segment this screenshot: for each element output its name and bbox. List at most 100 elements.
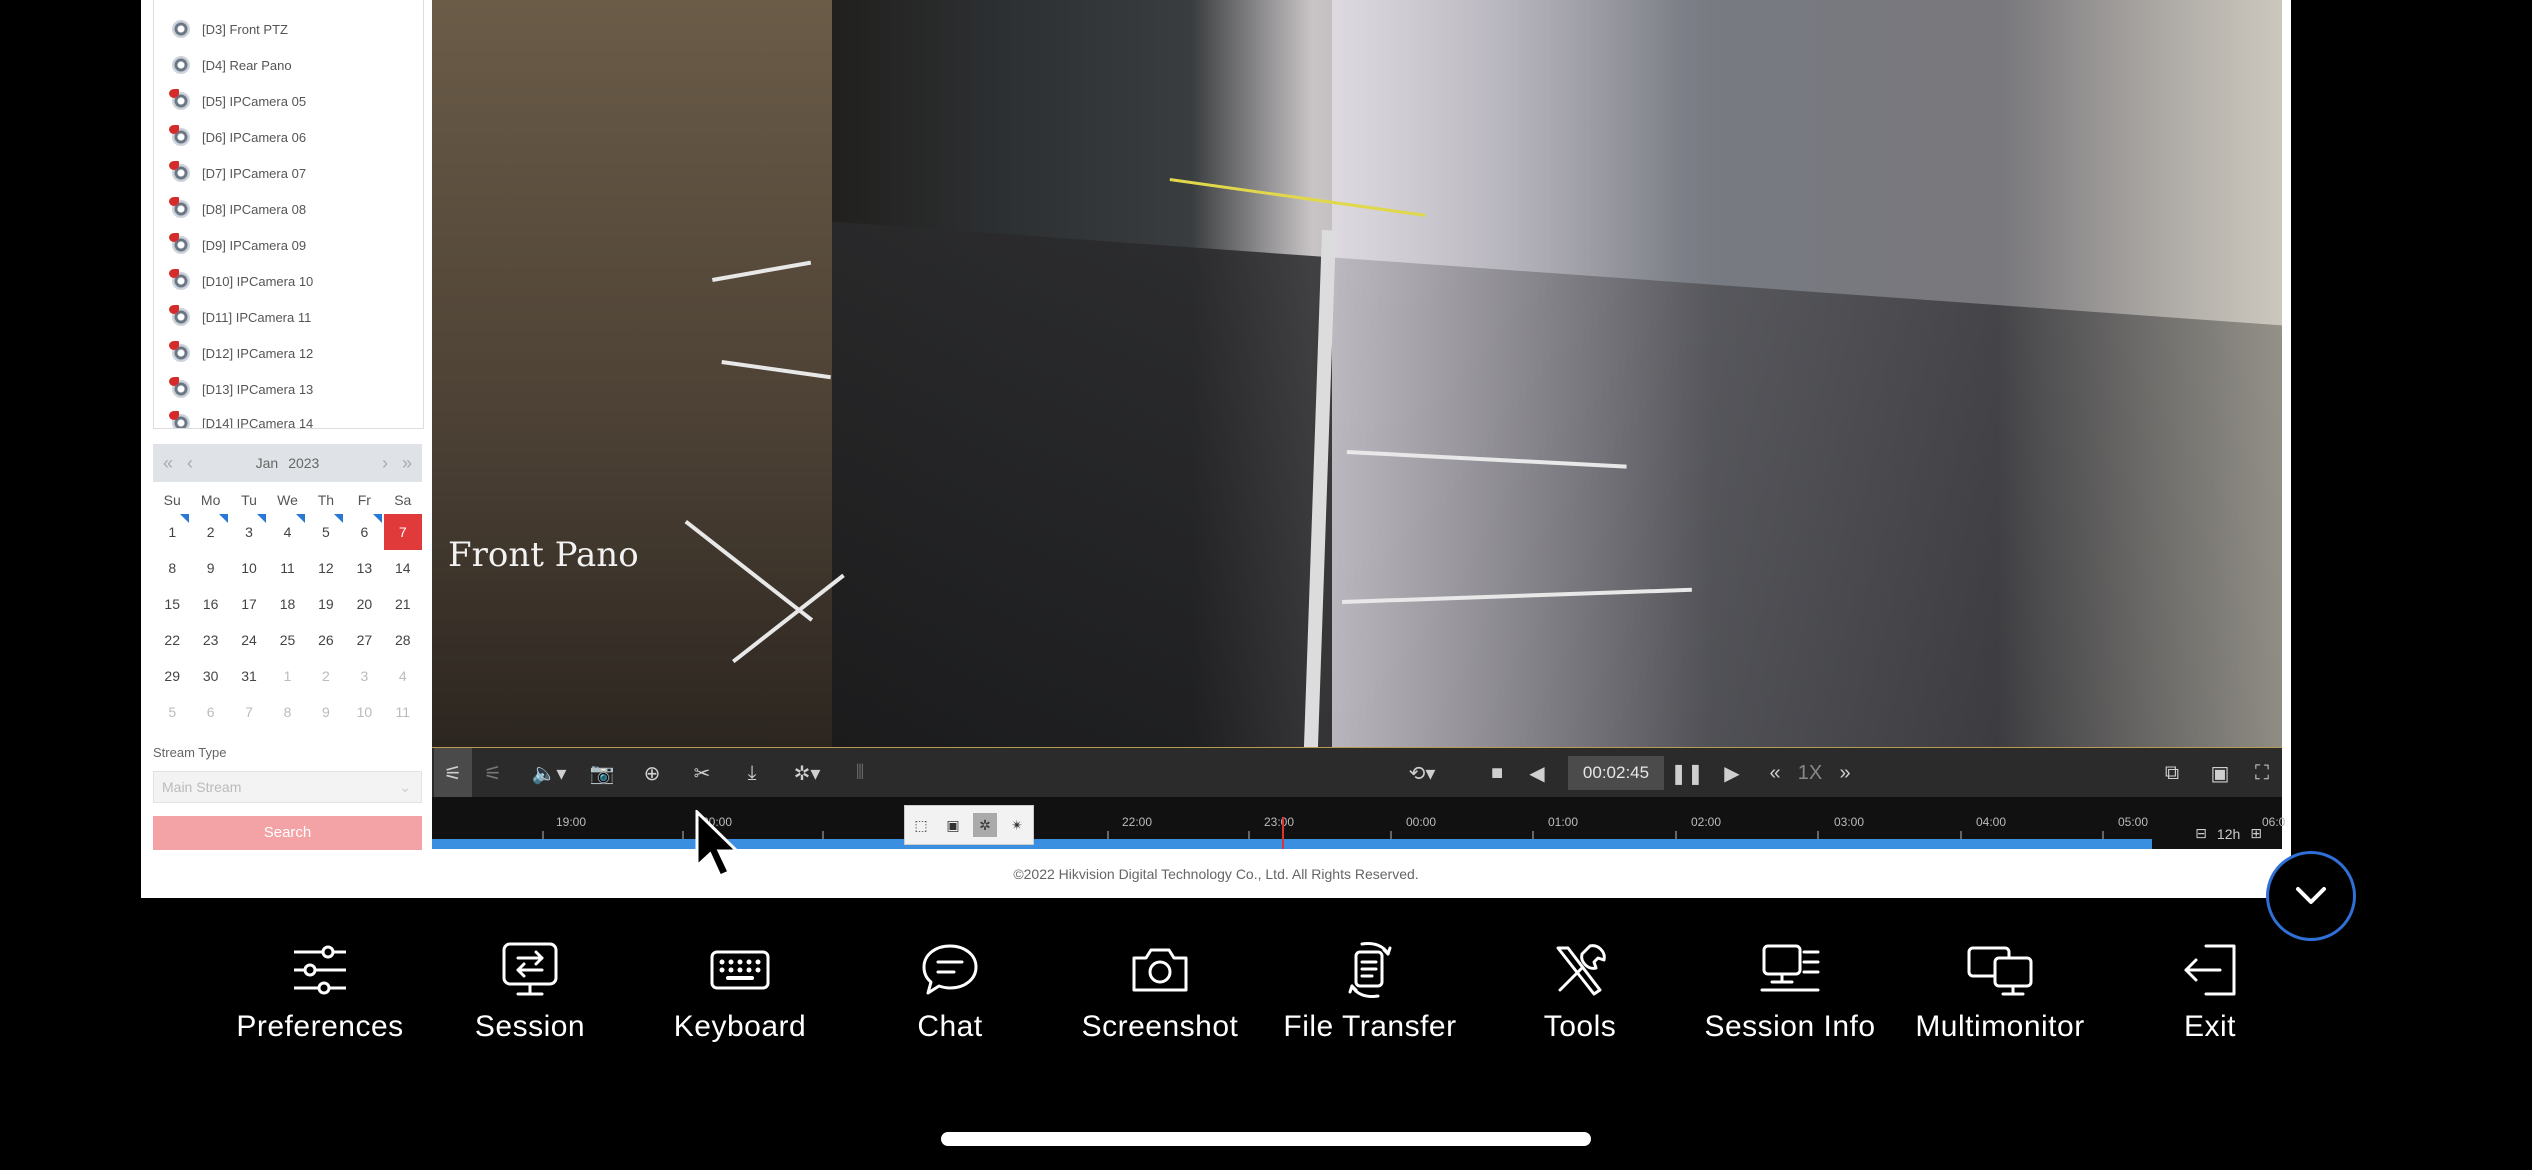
camera-item[interactable]: [D13] IPCamera 13 — [169, 374, 313, 404]
calendar-day[interactable]: 8 — [153, 550, 191, 586]
motion-detect-icon[interactable]: ▣ — [941, 813, 965, 837]
play-reverse-icon[interactable]: ◀ — [1522, 748, 1552, 798]
smart-search-icon[interactable]: ✲▾ — [782, 748, 832, 798]
toolbar-keyboard[interactable]: Keyboard — [635, 940, 845, 1044]
calendar-day-other-month[interactable]: 4 — [384, 658, 422, 694]
zoom-in-timeline-icon[interactable]: ⊞ — [2250, 825, 2262, 842]
calendar-day[interactable]: 17 — [230, 586, 268, 622]
pause-icon[interactable]: ❚❚ — [1670, 748, 1704, 798]
calendar-day[interactable]: 19 — [307, 586, 345, 622]
camera-item[interactable]: [D4] Rear Pano — [172, 50, 292, 80]
camera-list[interactable]: [D3] Front PTZ [D4] Rear Pano [D5] IPCam… — [153, 0, 424, 429]
toolbar-file-transfer[interactable]: File Transfer — [1265, 940, 1475, 1044]
calendar-day[interactable]: 23 — [191, 622, 229, 658]
zoom-out-icon[interactable]: ⊟ — [2195, 825, 2207, 842]
clip-icon[interactable]: ✂ — [682, 748, 722, 798]
calendar-day[interactable]: 28 — [384, 622, 422, 658]
calendar-day[interactable]: 30 — [191, 658, 229, 694]
toolbar-chat[interactable]: Chat — [845, 940, 1055, 1044]
calendar-day[interactable]: 11 — [268, 550, 306, 586]
stream-type-select[interactable]: Main Stream ⌄ — [153, 771, 422, 803]
intrusion-icon[interactable]: ✴ — [1005, 813, 1029, 837]
reverse-play-icon[interactable]: ⟲▾ — [1402, 748, 1442, 798]
calendar-day[interactable]: 18 — [268, 586, 306, 622]
calendar-day-other-month[interactable]: 2 — [307, 658, 345, 694]
calendar-day[interactable]: 5 — [307, 514, 345, 550]
toolbar-session[interactable]: Session — [425, 940, 635, 1044]
calendar-day[interactable]: 13 — [345, 550, 383, 586]
calendar-day[interactable]: 24 — [230, 622, 268, 658]
calendar-day[interactable]: 10 — [230, 550, 268, 586]
download-icon[interactable]: ⤓ — [732, 748, 772, 798]
speed-up-icon[interactable]: » — [1830, 748, 1860, 798]
camera-item[interactable]: [D12] IPCamera 12 — [169, 338, 313, 368]
fullscreen-icon[interactable]: ⛶ — [2244, 748, 2280, 798]
volume-icon[interactable]: 🔈▾ — [524, 748, 574, 798]
adjust-icon[interactable]: ⚟ — [434, 748, 472, 798]
calendar-day[interactable]: 12 — [307, 550, 345, 586]
toolbar-tools[interactable]: Tools — [1475, 940, 1685, 1044]
camera-item[interactable]: [D7] IPCamera 07 — [169, 158, 306, 188]
calendar-day-other-month[interactable]: 10 — [345, 694, 383, 730]
calendar-day-other-month[interactable]: 3 — [345, 658, 383, 694]
prev-year-icon[interactable]: « — [163, 453, 173, 474]
calendar-month[interactable]: Jan — [256, 455, 279, 471]
camera-item[interactable]: [D6] IPCamera 06 — [169, 122, 306, 152]
single-window-icon[interactable]: ▣ — [2202, 748, 2238, 798]
next-year-icon[interactable]: » — [402, 453, 412, 474]
toolbar-session-info[interactable]: Session Info — [1685, 940, 1895, 1044]
capture-icon[interactable]: 📷 — [582, 748, 622, 798]
toolbar-screenshot[interactable]: Screenshot — [1055, 940, 1265, 1044]
stop-icon[interactable]: ■ — [1482, 748, 1512, 798]
calendar-day[interactable]: 2 — [191, 514, 229, 550]
calendar-day[interactable]: 31 — [230, 658, 268, 694]
calendar-year[interactable]: 2023 — [288, 455, 319, 471]
calendar-day[interactable]: 27 — [345, 622, 383, 658]
calendar-day[interactable]: 26 — [307, 622, 345, 658]
calendar-day[interactable]: 1 — [153, 514, 191, 550]
calendar-day[interactable]: 25 — [268, 622, 306, 658]
step-forward-icon[interactable]: ▶ — [1717, 748, 1747, 798]
camera-item[interactable]: [D3] Front PTZ — [172, 14, 288, 44]
toolbar-preferences[interactable]: Preferences — [215, 940, 425, 1044]
calendar-day[interactable]: 14 — [384, 550, 422, 586]
calendar-day[interactable]: 6 — [345, 514, 383, 550]
camera-item[interactable]: [D11] IPCamera 11 — [169, 302, 311, 332]
timeline-cursor[interactable] — [1282, 817, 1284, 849]
calendar-day[interactable]: 3 — [230, 514, 268, 550]
select-region-icon[interactable]: ⬚ — [909, 813, 933, 837]
collapse-toolbar-button[interactable] — [2266, 851, 2356, 941]
calendar-day[interactable]: 9 — [191, 550, 229, 586]
window-layout-icon[interactable]: ⧉ — [2154, 748, 2190, 798]
calendar-day-other-month[interactable]: 11 — [384, 694, 422, 730]
recording-bar[interactable] — [432, 839, 2152, 849]
camera-item[interactable]: [D8] IPCamera 08 — [169, 194, 306, 224]
line-crossing-icon[interactable]: ✲ — [973, 813, 997, 837]
calendar-day-other-month[interactable]: 1 — [268, 658, 306, 694]
calendar-day[interactable]: 16 — [191, 586, 229, 622]
video-player[interactable]: Front Pano — [432, 0, 2282, 747]
calendar-day[interactable]: 22 — [153, 622, 191, 658]
toolbar-exit[interactable]: Exit — [2105, 940, 2315, 1044]
home-indicator[interactable] — [941, 1132, 1591, 1146]
calendar-day[interactable]: 4 — [268, 514, 306, 550]
calendar-day-other-month[interactable]: 7 — [230, 694, 268, 730]
calendar-day-other-month[interactable]: 6 — [191, 694, 229, 730]
zoom-in-icon[interactable]: ⊕ — [632, 748, 672, 798]
calendar-day-other-month[interactable]: 9 — [307, 694, 345, 730]
remote-desktop-view[interactable]: [D3] Front PTZ [D4] Rear Pano [D5] IPCam… — [141, 0, 2291, 898]
calendar-day[interactable]: 15 — [153, 586, 191, 622]
calendar-day-other-month[interactable]: 8 — [268, 694, 306, 730]
prev-month-icon[interactable]: ‹ — [187, 453, 193, 474]
search-button[interactable]: Search — [153, 816, 422, 850]
calendar-day-other-month[interactable]: 5 — [153, 694, 191, 730]
calendar-day[interactable]: 21 — [384, 586, 422, 622]
camera-item[interactable]: [D14] IPCamera 14 — [169, 408, 313, 428]
camera-item[interactable]: [D10] IPCamera 10 — [169, 266, 313, 296]
calendar-day[interactable]: 7 — [383, 514, 422, 550]
bars-icon[interactable]: ⦀ — [840, 748, 880, 798]
camera-item[interactable]: [D5] IPCamera 05 — [169, 86, 306, 116]
camera-item[interactable]: [D9] IPCamera 09 — [169, 230, 306, 260]
slow-down-icon[interactable]: « — [1760, 748, 1790, 798]
toolbar-multimonitor[interactable]: Multimonitor — [1895, 940, 2105, 1044]
